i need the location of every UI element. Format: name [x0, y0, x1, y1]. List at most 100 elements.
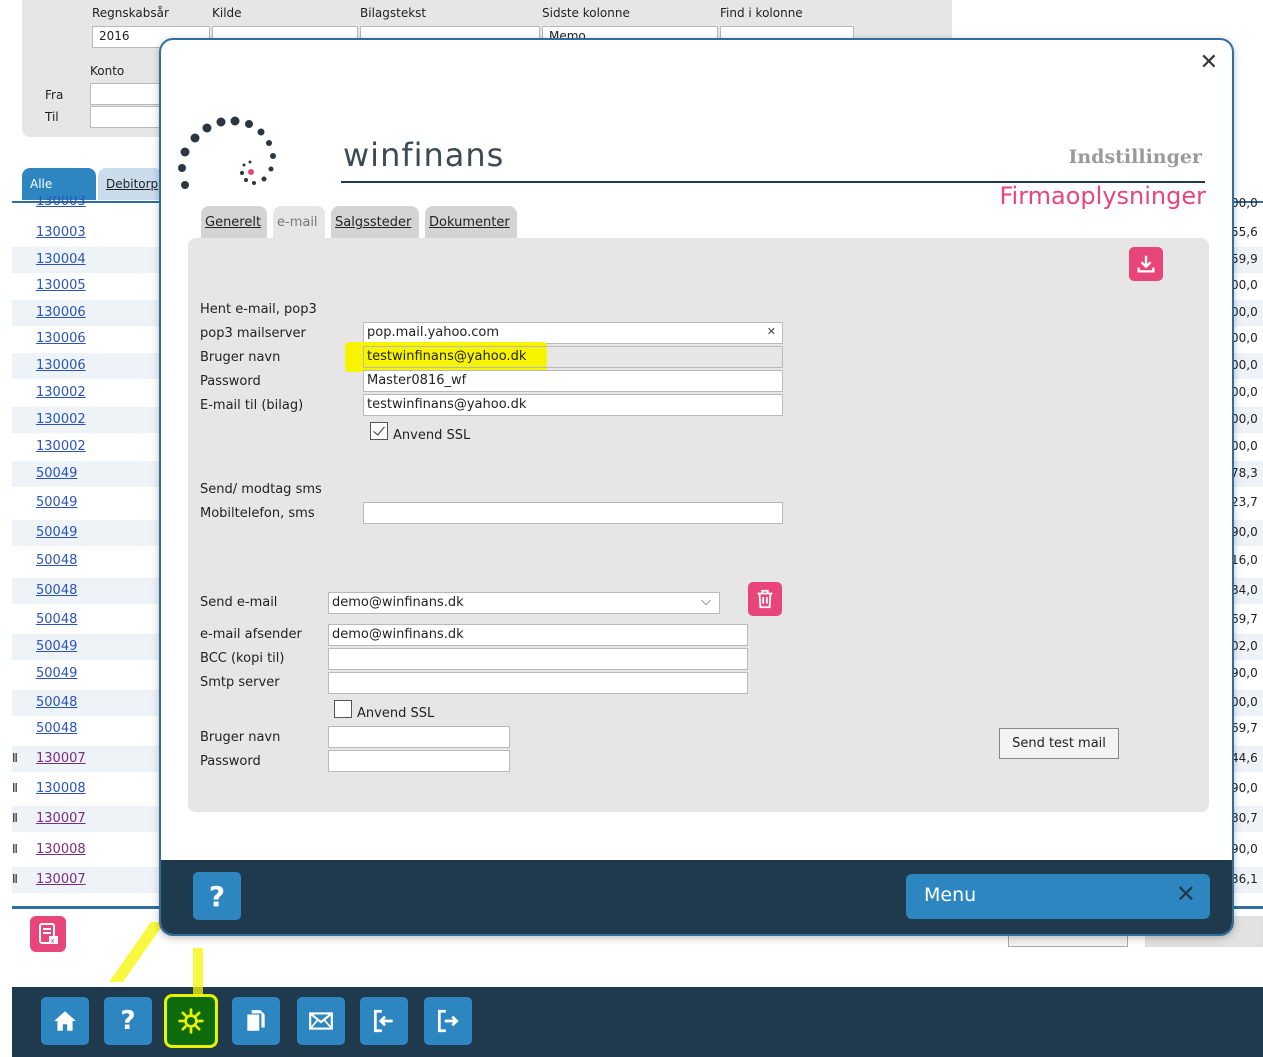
row-link[interactable]: 130002	[36, 412, 86, 427]
table-row[interactable]: 130005	[12, 273, 162, 299]
send-test-mail-button[interactable]: Send test mail	[999, 728, 1119, 759]
help-button[interactable]: ?	[104, 997, 152, 1045]
clear-icon[interactable]: ✕	[767, 325, 776, 338]
row-link[interactable]: 50049	[36, 495, 77, 510]
delete-sender-button[interactable]	[748, 582, 782, 616]
table-row[interactable]: 130002	[12, 434, 162, 460]
table-row[interactable]: Ⅱ 130007	[12, 806, 162, 832]
table-row[interactable]: 50048	[12, 548, 162, 574]
row-link[interactable]: 130006	[36, 331, 86, 346]
row-link[interactable]: 50049	[36, 639, 77, 654]
row-amount: 00,0	[1231, 407, 1263, 433]
login-button[interactable]	[360, 997, 408, 1045]
row-link[interactable]: 130007	[36, 872, 86, 887]
row-link[interactable]: 50049	[36, 666, 77, 681]
smtp-user-input[interactable]	[328, 726, 510, 748]
bcc-input[interactable]	[328, 648, 748, 670]
row-link[interactable]: 130002	[36, 385, 86, 400]
chevron-down-icon: ⌵	[701, 594, 711, 609]
table-row[interactable]: 50048	[12, 716, 162, 742]
pop3-ssl-checkbox[interactable]	[370, 422, 388, 440]
table-row-partial[interactable]: 130003	[12, 196, 162, 210]
row-link[interactable]: 50048	[36, 721, 77, 736]
table-row[interactable]: Ⅱ 130007	[12, 746, 162, 772]
row-link[interactable]: 50048	[36, 695, 77, 710]
table-row[interactable]: 130006	[12, 300, 162, 326]
menu-close-icon[interactable]: ✕	[1176, 880, 1196, 908]
smtp-ssl-checkbox[interactable]	[334, 700, 352, 718]
table-row[interactable]: 130006	[12, 353, 162, 379]
tab-email[interactable]: e-mail	[273, 206, 325, 238]
pop3-server-input[interactable]: pop.mail.yahoo.com ✕	[363, 322, 783, 344]
winfinans-logo-icon	[178, 116, 276, 189]
row-link[interactable]: 130006	[36, 358, 86, 373]
row-link[interactable]: 130007	[36, 751, 86, 766]
tab-generelt[interactable]: Generelt	[201, 206, 267, 238]
tab-salgssteder[interactable]: Salgssteder	[331, 206, 419, 238]
smtp-password-input[interactable]	[328, 750, 510, 772]
sender-label: e-mail afsender	[200, 627, 302, 642]
table-row[interactable]: 130002	[12, 380, 162, 406]
row-amount: 00,0	[1231, 300, 1263, 326]
row-link[interactable]: 130004	[36, 252, 86, 267]
download-button[interactable]	[1129, 247, 1163, 281]
smtp-user-label: Bruger navn	[200, 730, 281, 745]
paperclip-icon: Ⅱ	[12, 842, 18, 856]
sender-input[interactable]: demo@winfinans.dk	[328, 624, 748, 646]
row-link[interactable]: 130002	[36, 439, 86, 454]
row-link[interactable]: 130008	[36, 842, 86, 857]
export-pdf-icon[interactable]: x	[30, 916, 66, 952]
gear-icon	[178, 1008, 204, 1034]
logout-button[interactable]	[424, 997, 472, 1045]
home-button[interactable]	[41, 997, 89, 1045]
close-icon[interactable]: ✕	[1200, 52, 1218, 74]
question-icon: ?	[208, 879, 226, 913]
konto-fra-input[interactable]	[90, 83, 162, 105]
table-row[interactable]: 130004	[12, 247, 162, 273]
table-row[interactable]: Ⅱ 130007	[12, 867, 162, 893]
smtp-server-input[interactable]	[328, 672, 748, 694]
paperclip-icon: Ⅱ	[12, 751, 18, 765]
table-row[interactable]: 130002	[12, 407, 162, 433]
table-row[interactable]: 50048	[12, 607, 162, 633]
row-link[interactable]: 130003	[36, 196, 86, 209]
row-link[interactable]: 50048	[36, 583, 77, 598]
pop3-user-input[interactable]: testwinfinans@yahoo.dk	[363, 346, 783, 368]
documents-button[interactable]	[232, 997, 280, 1045]
table-row[interactable]: Ⅱ 130008	[12, 837, 162, 863]
row-link[interactable]: 50049	[36, 466, 77, 481]
table-row[interactable]: 130006	[12, 326, 162, 352]
table-row[interactable]: 50049	[12, 661, 162, 687]
pop3-mailto-input[interactable]: testwinfinans@yahoo.dk	[363, 394, 783, 416]
table-row[interactable]: 50049	[12, 461, 162, 487]
table-row[interactable]: 50049	[12, 520, 162, 546]
download-icon	[1137, 255, 1155, 273]
sms-mobile-input[interactable]	[363, 502, 783, 524]
send-email-select[interactable]: demo@winfinans.dk ⌵	[328, 592, 720, 614]
row-amount: 69,7	[1231, 612, 1258, 626]
dialog-help-button[interactable]: ?	[193, 872, 241, 920]
table-row[interactable]: 50048	[12, 578, 162, 604]
row-link[interactable]: 130007	[36, 811, 86, 826]
row-link[interactable]: 50049	[36, 525, 77, 540]
row-amount: 16,0	[1231, 553, 1258, 567]
row-link[interactable]: 130006	[36, 305, 86, 320]
table-row[interactable]: 50049	[12, 634, 162, 660]
row-link[interactable]: 130005	[36, 278, 86, 293]
pop3-password-input[interactable]: Master0816_wf	[363, 370, 783, 392]
row-link[interactable]: 130003	[36, 225, 86, 240]
table-row[interactable]: 50048	[12, 690, 162, 716]
row-link[interactable]: 50048	[36, 553, 77, 568]
konto-til-input[interactable]	[90, 106, 162, 128]
table-row[interactable]: 50049	[12, 490, 162, 516]
settings-button[interactable]	[167, 997, 215, 1045]
sender-value: demo@winfinans.dk	[332, 627, 464, 642]
row-amount: 02,0	[1231, 634, 1263, 660]
table-row[interactable]: Ⅱ 130008	[12, 776, 162, 802]
table-row[interactable]: 130003	[12, 220, 162, 246]
row-link[interactable]: 50048	[36, 612, 77, 627]
row-link[interactable]: 130008	[36, 781, 86, 796]
tab-dokumenter[interactable]: Dokumenter	[425, 206, 517, 238]
menu-bar[interactable]: Menu ✕	[906, 874, 1210, 919]
mail-button[interactable]	[297, 997, 345, 1045]
